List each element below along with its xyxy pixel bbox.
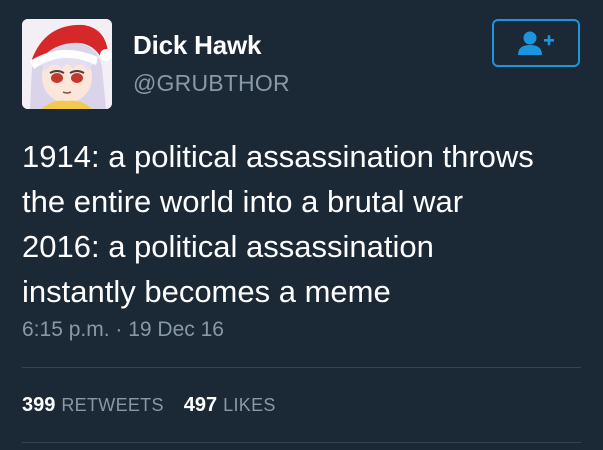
retweets-count: 399 (22, 394, 56, 416)
follow-button[interactable] (492, 19, 580, 67)
retweets-label: RETWEETS (61, 395, 164, 415)
tweet-text: 1914: a political assassination throws t… (22, 134, 592, 314)
avatar[interactable] (22, 19, 112, 109)
display-name[interactable]: Dick Hawk (133, 30, 261, 61)
likes-label: LIKES (223, 395, 276, 415)
tweet-card: Dick Hawk @GRUBTHOR 1914: a political as… (0, 0, 603, 450)
divider (22, 442, 581, 443)
likes-count: 497 (183, 394, 218, 416)
tweet-text-line: 1914: a political assassination throws (22, 139, 534, 174)
likes-stat[interactable]: 497 LIKES (184, 394, 276, 417)
tweet-text-line: the entire world into a brutal war (22, 184, 464, 219)
tweet-text-line: instantly becomes a meme (22, 274, 391, 309)
retweets-stat[interactable]: 399 RETWEETS (22, 394, 164, 417)
tweet-timestamp[interactable]: 6:15 p.m. · 19 Dec 16 (22, 318, 224, 342)
user-handle[interactable]: @GRUBTHOR (133, 70, 290, 97)
tweet-text-line: 2016: a political assassination (22, 229, 434, 264)
anime-avatar-santa-hat-icon (22, 19, 112, 109)
add-user-icon (518, 31, 554, 55)
tweet-stats: 399 RETWEETS 497 LIKES (22, 394, 296, 417)
divider (22, 367, 581, 368)
